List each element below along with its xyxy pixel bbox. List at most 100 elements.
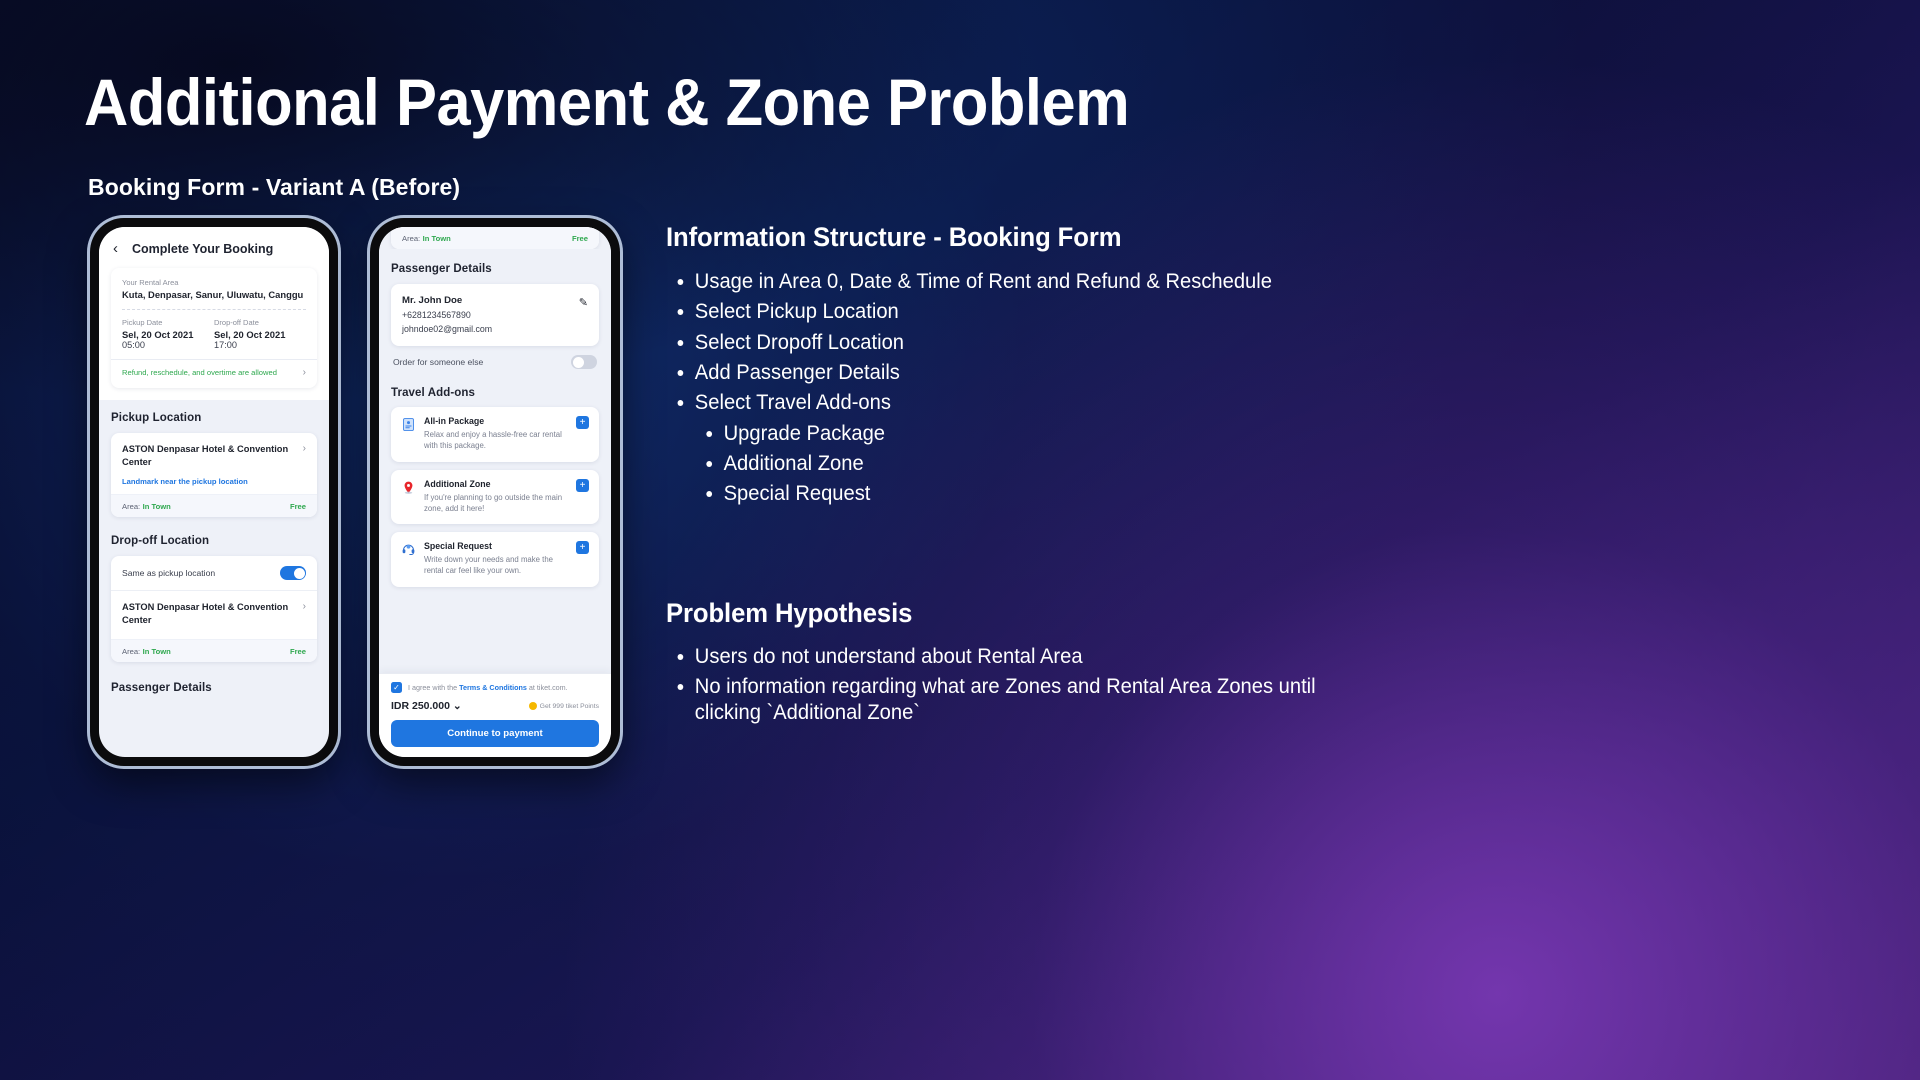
problem-hypothesis-heading: Problem Hypothesis	[666, 597, 913, 628]
chevron-down-icon[interactable]: ⌄	[453, 700, 462, 712]
top-area-row: Area: In Town Free	[391, 227, 599, 249]
continue-to-payment-button[interactable]: Continue to payment	[391, 720, 599, 747]
list-item: Upgrade Package	[666, 421, 1780, 447]
list-item: No information regarding what are Zones …	[666, 674, 1319, 727]
headset-icon	[401, 542, 416, 557]
addon-desc: Write down your needs and make the renta…	[424, 555, 554, 576]
addon-title: Special Request	[424, 541, 492, 552]
phone-a-screen: ‹ Complete Your Booking Your Rental Area…	[99, 227, 329, 757]
dropoff-location-main[interactable]: ASTON Denpasar Hotel & Convention Center…	[111, 591, 317, 635]
add-addon-button[interactable]: +	[576, 541, 589, 555]
addon-body: All-in Package Relax and enjoy a hassle-…	[424, 416, 568, 452]
checkout-bottom-bar: ✓ I agree with the Terms & Conditions at…	[379, 673, 611, 757]
addon-card-special-request[interactable]: Special Request Write down your needs an…	[391, 532, 599, 587]
map-pin-icon	[401, 480, 416, 495]
list-item: Additional Zone	[666, 451, 1780, 477]
dropoff-location-section: Drop-off Location Same as pickup locatio…	[99, 531, 329, 677]
travel-addons-heading: Travel Add-ons	[391, 387, 476, 399]
total-price[interactable]: IDR 250.000 ⌄	[391, 700, 462, 712]
passenger-details-section: Passenger Details	[99, 676, 329, 709]
dropoff-location-name: ASTON Denpasar Hotel & Convention Center	[122, 602, 289, 625]
terms-prefix: I agree with the	[408, 683, 460, 692]
add-addon-button[interactable]: +	[576, 416, 589, 429]
top-area-value: In Town	[422, 234, 451, 243]
list-item: Users do not understand about Rental Are…	[666, 644, 1780, 670]
add-addon-button[interactable]: +	[576, 478, 589, 492]
slide-background: Additional Payment & Zone Problem Bookin…	[0, 0, 1920, 1080]
chevron-left-icon[interactable]: ‹	[113, 241, 118, 256]
page-title: Additional Payment & Zone Problem	[84, 65, 1130, 139]
same-as-pickup-toggle[interactable]	[280, 566, 306, 581]
pickup-time-value: 05:00	[122, 340, 145, 350]
dropoff-date-col: Drop-off Date Sel, 20 Oct 2021 17:00	[214, 318, 306, 350]
passenger-email: johndoe02@gmail.com	[402, 324, 493, 334]
dropoff-time-value: 17:00	[214, 340, 237, 350]
pickup-landmark-link[interactable]: Landmark near the pickup location	[111, 477, 317, 494]
app-bar-title: Complete Your Booking	[132, 241, 274, 256]
addon-desc: If you're planning to go outside the mai…	[424, 492, 563, 513]
points-text: Get 999 tiket Points	[539, 702, 599, 710]
pickup-location-name: ASTON Denpasar Hotel & Convention Center	[122, 444, 289, 467]
date-row: Pickup Date Sel, 20 Oct 2021 05:00 Drop-…	[122, 318, 306, 350]
passenger-heading: Passenger Details	[391, 263, 492, 275]
pickup-area-row: Area: In Town Free	[111, 494, 317, 518]
id-card-icon	[401, 417, 416, 432]
terms-row[interactable]: ✓ I agree with the Terms & Conditions at…	[391, 682, 599, 693]
chevron-right-icon: ›	[302, 601, 306, 613]
passenger-card[interactable]: ✎ Mr. John Doe +6281234567890 johndoe02@…	[391, 284, 599, 346]
addon-card-all-in-package[interactable]: All-in Package Relax and enjoy a hassle-…	[391, 407, 599, 462]
terms-link[interactable]: Terms & Conditions	[459, 683, 527, 692]
rental-area-value: Kuta, Denpasar, Sanur, Uluwatu, Canggu	[122, 289, 304, 300]
app-bar: ‹ Complete Your Booking	[99, 227, 329, 268]
price-row: IDR 250.000 ⌄ Get 999 tiket Points	[391, 700, 599, 712]
terms-suffix: at tiket.com.	[526, 683, 568, 692]
passenger-phone: +6281234567890	[402, 310, 471, 320]
order-for-someone-toggle[interactable]	[571, 355, 597, 369]
pickup-date-value: Sel, 20 Oct 2021	[122, 329, 194, 340]
section-subtitle: Booking Form - Variant A (Before)	[88, 174, 461, 200]
divider-dashed	[122, 309, 306, 310]
dropoff-location-card[interactable]: Same as pickup location ASTON Denpasar H…	[111, 556, 317, 663]
pencil-icon[interactable]: ✎	[579, 296, 588, 309]
chevron-right-icon: ›	[302, 367, 306, 378]
top-area-price: Free	[571, 233, 588, 243]
addon-title: All-in Package	[424, 416, 485, 426]
info-structure-heading: Information Structure - Booking Form	[666, 222, 1122, 252]
list-item: Usage in Area 0, Date & Time of Rent and…	[666, 269, 1780, 295]
travel-addons-section: Travel Add-ons All-in Package Relax and …	[379, 383, 611, 657]
same-as-pickup-row[interactable]: Same as pickup location	[111, 556, 317, 590]
dropoff-area-label: Area:	[122, 647, 141, 657]
phone-b-screen: Area: In Town Free Passenger Details ✎ M…	[379, 227, 611, 757]
pickup-area-label: Area:	[122, 502, 141, 512]
dropoff-area-price: Free	[289, 646, 306, 656]
refund-policy-row[interactable]: Refund, reschedule, and overtime are all…	[122, 367, 306, 378]
dropoff-area-value: In Town	[142, 647, 171, 657]
points-badge: Get 999 tiket Points	[528, 702, 599, 710]
top-area-label: Area:	[402, 234, 421, 243]
terms-checkbox[interactable]: ✓	[391, 682, 402, 693]
dropoff-area-row: Area: In Town Free	[111, 639, 317, 663]
order-for-someone-row[interactable]: Order for someone else	[391, 346, 599, 369]
pickup-area-value: In Town	[142, 502, 171, 512]
pickup-area-group: Area: In Town	[122, 501, 171, 511]
list-item: Select Travel Add-ons	[666, 390, 1780, 416]
rental-summary-block: Your Rental Area Kuta, Denpasar, Sanur, …	[99, 268, 329, 400]
list-item: Select Pickup Location	[666, 299, 1780, 325]
terms-text: I agree with the Terms & Conditions at t…	[408, 683, 568, 692]
addon-card-additional-zone[interactable]: Additional Zone If you're planning to go…	[391, 469, 599, 525]
pickup-location-card[interactable]: ASTON Denpasar Hotel & Convention Center…	[111, 433, 317, 518]
pickup-location-main[interactable]: ASTON Denpasar Hotel & Convention Center…	[111, 433, 317, 477]
dropoff-date-value: Sel, 20 Oct 2021	[214, 329, 286, 340]
coin-icon	[528, 702, 537, 710]
right-panel: Information Structure - Booking Form Usa…	[666, 222, 1826, 731]
addon-body: Special Request Write down your needs an…	[424, 541, 568, 577]
pickup-area-price: Free	[289, 501, 306, 511]
list-item: Add Passenger Details	[666, 360, 1780, 386]
info-structure-list: Usage in Area 0, Date & Time of Rent and…	[666, 269, 1826, 508]
dropoff-date-label: Drop-off Date	[214, 318, 259, 327]
pickup-location-section: Pickup Location ASTON Denpasar Hotel & C…	[99, 400, 329, 532]
order-for-someone-label: Order for someone else	[393, 357, 484, 367]
addon-desc: Relax and enjoy a hassle-free car rental…	[424, 430, 562, 451]
rental-summary-card: Your Rental Area Kuta, Denpasar, Sanur, …	[111, 268, 317, 388]
dropoff-location-heading: Drop-off Location	[111, 535, 210, 548]
